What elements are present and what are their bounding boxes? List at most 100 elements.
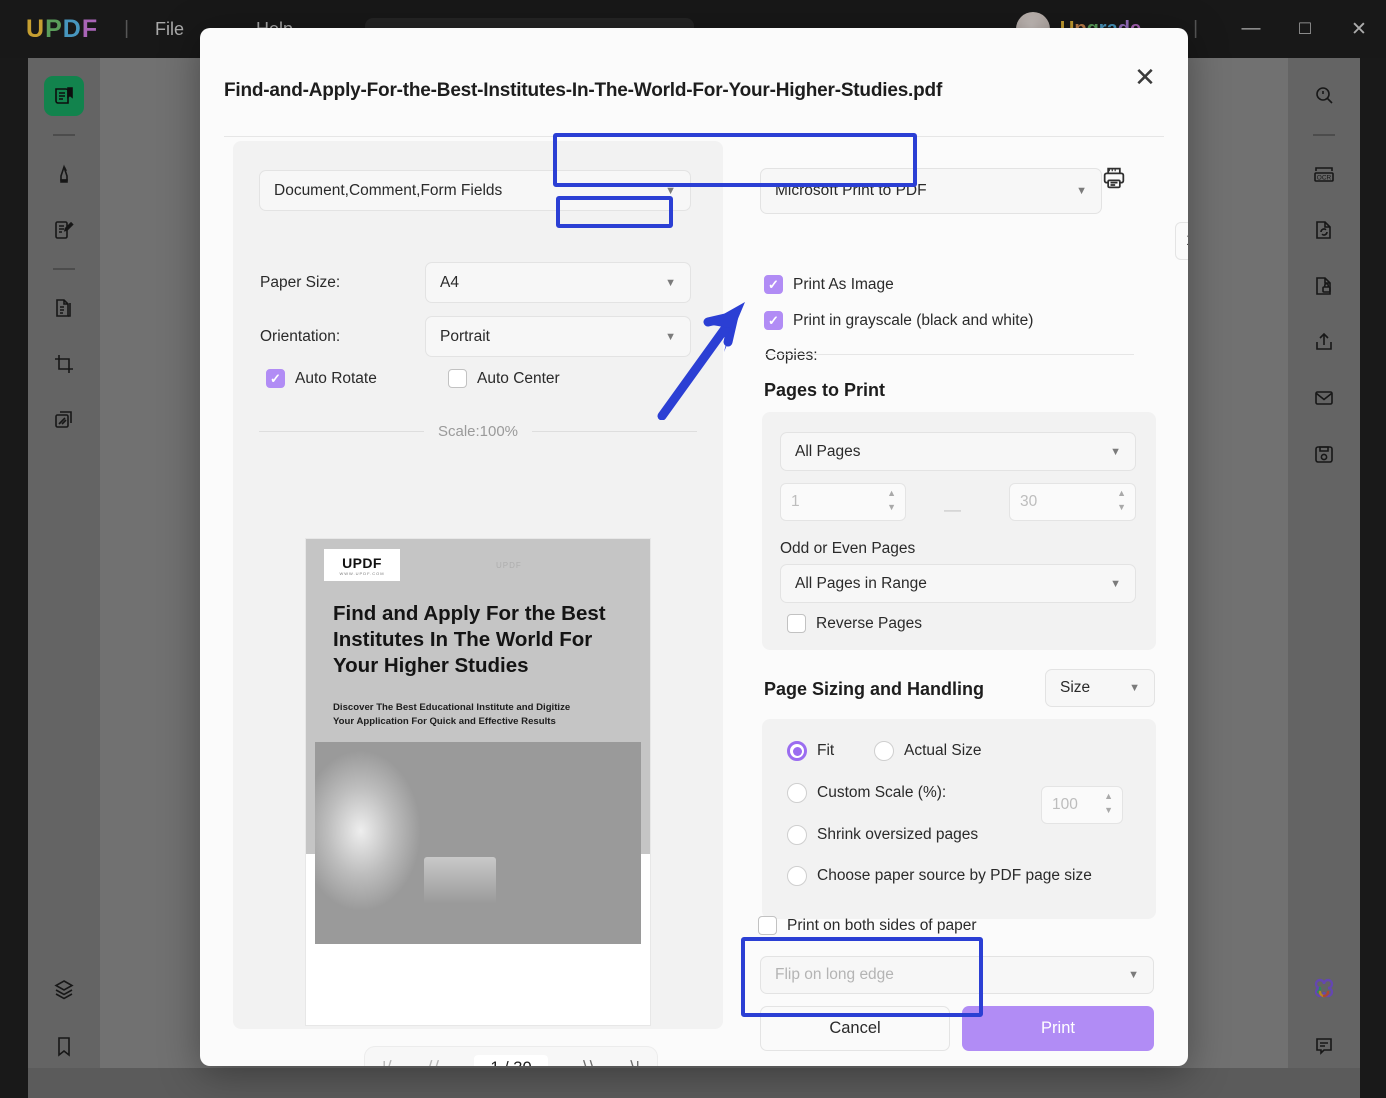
radio-paper-source-label: Choose paper source by PDF page size (817, 867, 1092, 885)
paper-size-select[interactable]: A4 ▼ (425, 262, 691, 303)
print-grayscale-checkbox[interactable]: Print in grayscale (black and white) (764, 311, 1033, 330)
radio-fit[interactable]: Fit (787, 741, 834, 761)
size-select[interactable]: Size ▼ (1045, 669, 1155, 707)
orientation-select[interactable]: Portrait ▼ (425, 316, 691, 357)
radio-custom-scale-label: Custom Scale (%): (817, 784, 946, 802)
custom-scale-stepper[interactable]: 100 ▲ ▼ (1041, 786, 1123, 824)
stepper-arrows[interactable]: ▲ ▼ (887, 489, 896, 512)
stepper-down-icon[interactable]: ▼ (1117, 503, 1126, 512)
title-divider (224, 136, 1164, 137)
stepper-down-icon[interactable]: ▼ (887, 503, 896, 512)
scale-text: Scale:100% (438, 423, 518, 440)
current-page: 1 (490, 1059, 499, 1067)
radio-circle (787, 825, 807, 845)
paper-size-label: Paper Size: (260, 274, 340, 292)
range-dash: — (944, 500, 961, 520)
radio-shrink-oversized[interactable]: Shrink oversized pages (787, 825, 978, 845)
preview-subheading: Discover The Best Educational Institute … (333, 701, 593, 730)
radio-actual-size-label: Actual Size (904, 742, 982, 760)
page-sizing-title: Page Sizing and Handling (764, 679, 984, 700)
auto-rotate-checkbox[interactable]: Auto Rotate (266, 369, 377, 388)
page-preview[interactable]: UPDF WWW.UPDF.COM UPDF Find and Apply Fo… (306, 539, 650, 1025)
checkbox-box (758, 916, 777, 935)
radio-circle (787, 783, 807, 803)
orientation-label: Orientation: (260, 328, 340, 346)
page-to-stepper[interactable]: 30 ▲ ▼ (1009, 483, 1136, 521)
preview-logo-text: UPDF (342, 555, 382, 571)
checkbox-box (764, 275, 783, 294)
radio-shrink-label: Shrink oversized pages (817, 826, 978, 844)
stepper-up-icon[interactable]: ▲ (887, 489, 896, 498)
chevron-down-icon: ▼ (1110, 578, 1121, 590)
radio-circle (874, 741, 894, 761)
copies-value: 1 (1186, 232, 1188, 250)
cancel-button[interactable]: Cancel (760, 1006, 950, 1051)
radio-paper-source[interactable]: Choose paper source by PDF page size (787, 866, 1092, 886)
pages-to-print-box: All Pages ▼ 1 ▲ ▼ — 30 ▲ ▼ Odd or Even P… (762, 412, 1156, 650)
size-value: Size (1060, 679, 1090, 697)
section-divider (766, 354, 1134, 355)
stepper-arrows[interactable]: ▲ ▼ (1104, 792, 1113, 815)
chevron-down-icon: ▼ (1128, 969, 1139, 981)
content-select-value: Document,Comment,Form Fields (274, 182, 502, 200)
stepper-up-icon[interactable]: ▲ (1104, 792, 1113, 801)
stepper-up-icon[interactable]: ▲ (1117, 489, 1126, 498)
last-page-button[interactable]: ⟩| (629, 1058, 640, 1066)
scale-line-left (259, 431, 424, 432)
total-pages: 30 (513, 1059, 531, 1067)
chevron-down-icon: ▼ (1076, 185, 1087, 197)
radio-custom-scale[interactable]: Custom Scale (%): (787, 783, 946, 803)
auto-rotate-label: Auto Rotate (295, 370, 377, 388)
print-as-image-label: Print As Image (793, 276, 894, 294)
page-number-display[interactable]: 1 / 30 (474, 1055, 547, 1067)
stepper-arrows[interactable]: ▲ ▼ (1117, 489, 1126, 512)
preview-watermark: UPDF (496, 561, 522, 570)
chevron-down-icon: ▼ (1129, 682, 1140, 694)
auto-center-label: Auto Center (477, 370, 560, 388)
duplex-checkbox[interactable]: Print on both sides of paper (758, 916, 977, 935)
page-title: Find-and-Apply-For-the-Best-Institutes-I… (224, 80, 942, 102)
preview-heading: Find and Apply For the Best Institutes I… (333, 601, 613, 678)
auto-center-checkbox[interactable]: Auto Center (448, 369, 560, 388)
duplex-label: Print on both sides of paper (787, 917, 977, 935)
print-grayscale-label: Print in grayscale (black and white) (793, 312, 1033, 330)
chevron-down-icon: ▼ (665, 331, 676, 343)
preview-pager[interactable]: |⟨ ⟨⟨ 1 / 30 ⟩⟩ ⟩| (365, 1047, 657, 1066)
print-as-image-checkbox[interactable]: Print As Image (764, 275, 894, 294)
chevron-down-icon: ▼ (1110, 446, 1121, 458)
stepper-down-icon[interactable]: ▼ (1104, 806, 1113, 815)
close-icon[interactable]: ✕ (1122, 54, 1168, 100)
reverse-pages-checkbox[interactable]: Reverse Pages (787, 614, 922, 633)
print-button[interactable]: Print (962, 1006, 1154, 1051)
preview-laptop-shape (424, 857, 496, 903)
page-sizing-box: Fit Actual Size Custom Scale (%): 100 ▲ … (762, 719, 1156, 919)
printer-value: Microsoft Print to PDF (775, 182, 927, 200)
odd-even-value: All Pages in Range (795, 575, 927, 593)
preview-logo-sub: WWW.UPDF.COM (339, 571, 384, 576)
page-divider: / (504, 1059, 509, 1067)
orientation-value: Portrait (440, 328, 490, 346)
content-select[interactable]: Document,Comment,Form Fields ▼ (259, 170, 691, 211)
scale-indicator: Scale:100% (259, 423, 697, 440)
preview-updf-logo: UPDF WWW.UPDF.COM (324, 549, 400, 581)
page-range-select[interactable]: All Pages ▼ (780, 432, 1136, 471)
checkbox-box (266, 369, 285, 388)
scale-line-right (532, 431, 697, 432)
first-page-button[interactable]: |⟨ (382, 1058, 393, 1066)
radio-circle (787, 866, 807, 886)
radio-fit-label: Fit (817, 742, 834, 760)
next-page-button[interactable]: ⟩⟩ (582, 1058, 595, 1066)
chevron-down-icon: ▼ (665, 185, 676, 197)
page-from-stepper[interactable]: 1 ▲ ▼ (780, 483, 906, 521)
copies-stepper[interactable]: 1 ▲ ▼ (1175, 222, 1188, 260)
page-from-value: 1 (791, 493, 800, 511)
radio-actual-size[interactable]: Actual Size (874, 741, 982, 761)
flip-edge-value: Flip on long edge (775, 966, 894, 984)
prev-page-button[interactable]: ⟨⟨ (427, 1058, 440, 1066)
printer-select[interactable]: Microsoft Print to PDF ▼ (760, 168, 1102, 214)
printer-properties-icon[interactable] (1094, 158, 1134, 198)
checkbox-box (764, 311, 783, 330)
page-to-value: 30 (1020, 493, 1037, 511)
flip-edge-select[interactable]: Flip on long edge ▼ (760, 956, 1154, 994)
odd-even-select[interactable]: All Pages in Range ▼ (780, 564, 1136, 603)
